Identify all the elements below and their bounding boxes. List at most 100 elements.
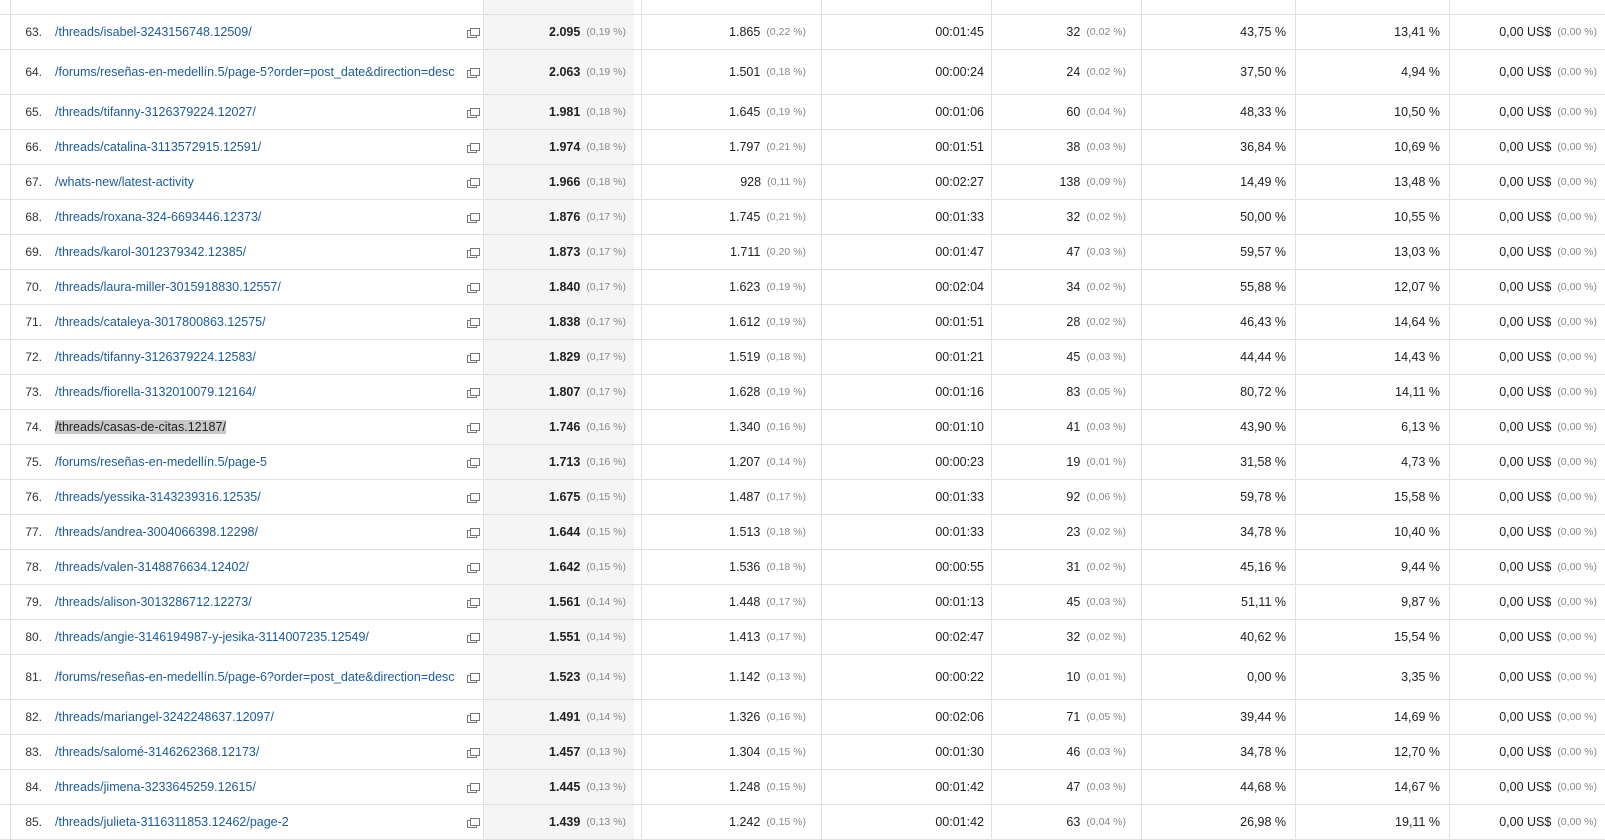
page-path-link[interactable]: /threads/cataleya-3017800863.12575/ [55,315,266,329]
open-in-new-window-icon[interactable] [466,67,480,78]
open-in-new-window-icon[interactable] [466,142,480,153]
open-link-cell[interactable] [462,340,482,374]
column-divider [641,770,642,804]
page-value-cell: 0,00 US$ (0,00 %) [1450,770,1605,804]
page-path-link[interactable]: /whats-new/latest-activity [55,175,194,189]
page-path-link[interactable]: /threads/laura-miller-3015918830.12557/ [55,280,281,294]
page-path-link[interactable]: /threads/valen-3148876634.12402/ [55,560,249,574]
page-path-link[interactable]: /threads/andrea-3004066398.12298/ [55,525,258,539]
column-divider [641,550,642,584]
open-in-new-window-icon[interactable] [466,352,480,363]
page-path-link[interactable]: /forums/reseñas-en-medellín.5/page-5 [55,455,267,469]
open-in-new-window-icon[interactable] [466,562,480,573]
open-link-cell[interactable] [462,410,482,444]
open-link-cell[interactable] [462,200,482,234]
open-link-cell[interactable] [462,700,482,734]
row-index: 77. [25,525,42,539]
row-index: 75. [25,455,42,469]
open-link-cell[interactable] [462,620,482,654]
table-body: 63. /threads/isabel-3243156748.12509/2.09… [0,15,1605,840]
entrances-percent: (0,02 %) [1086,631,1126,643]
open-in-new-window-icon[interactable] [466,212,480,223]
open-link-cell[interactable] [462,480,482,514]
open-in-new-window-icon[interactable] [466,317,480,328]
open-link-cell[interactable] [462,805,482,839]
open-in-new-window-icon[interactable] [466,282,480,293]
page-path-link[interactable]: /forums/reseñas-en-medellín.5/page-6?ord… [55,670,455,684]
column-divider [10,655,11,699]
page-path-link[interactable]: /threads/casas-de-citas.12187/ [55,420,226,434]
column-divider [641,735,642,769]
open-link-cell[interactable] [462,585,482,619]
column-divider [821,235,822,269]
open-in-new-window-icon[interactable] [466,27,480,38]
row-index: 68. [25,210,42,224]
open-link-cell[interactable] [462,15,482,49]
open-in-new-window-icon[interactable] [466,107,480,118]
page-path-link[interactable]: /threads/tifanny-3126379224.12583/ [55,350,256,364]
unique-pageviews-cell: 1.487 (0,17 %) [642,480,814,514]
entrances-percent: (0,09 %) [1086,176,1126,188]
page-path-link[interactable]: /threads/isabel-3243156748.12509/ [55,25,252,39]
open-in-new-window-icon[interactable] [466,387,480,398]
open-link-cell[interactable] [462,735,482,769]
open-link-cell[interactable] [462,445,482,479]
page-value: 0,00 US$ [1499,385,1552,399]
open-in-new-window-icon[interactable] [466,247,480,258]
open-link-cell[interactable] [462,130,482,164]
open-link-cell[interactable] [462,305,482,339]
open-in-new-window-icon[interactable] [466,817,480,828]
avg-time-on-page: 00:00:22 [935,670,984,684]
unique-pageviews-value: 1.612 [729,315,761,329]
open-link-cell[interactable] [462,50,482,94]
column-divider [1449,620,1450,654]
page-path-link[interactable]: /threads/salomé-3146262368.12173/ [55,745,259,759]
unique-pageviews-cell: 1.304 (0,15 %) [642,735,814,769]
column-divider [1295,735,1296,769]
open-in-new-window-icon[interactable] [466,712,480,723]
open-in-new-window-icon[interactable] [466,747,480,758]
page-path-cell: /forums/reseñas-en-medellín.5/page-5?ord… [55,50,462,94]
page-path-link[interactable]: /threads/mariangel-3242248637.12097/ [55,710,274,724]
open-link-cell[interactable] [462,235,482,269]
pageviews-cell: 1.974 (0,18 %) [484,130,634,164]
exit-rate: 15,54 % [1394,630,1440,644]
open-link-cell[interactable] [462,270,482,304]
open-link-cell[interactable] [462,95,482,129]
open-in-new-window-icon[interactable] [466,632,480,643]
page-path-link[interactable]: /threads/tifanny-3126379224.12027/ [55,105,256,119]
open-link-cell[interactable] [462,375,482,409]
open-in-new-window-icon[interactable] [466,527,480,538]
open-in-new-window-icon[interactable] [466,457,480,468]
avg-time-on-page: 00:01:33 [935,525,984,539]
open-in-new-window-icon[interactable] [466,177,480,188]
page-path-link[interactable]: /threads/alison-3013286712.12273/ [55,595,252,609]
column-divider [483,305,484,339]
open-link-cell[interactable] [462,770,482,804]
column-divider [821,130,822,164]
page-path-link[interactable]: /threads/julieta-3116311853.12462/page-2 [55,815,289,829]
column-divider [483,445,484,479]
page-path-link[interactable]: /threads/yessika-3143239316.12535/ [55,490,261,504]
column-divider [991,550,992,584]
table-row: 76. /threads/yessika-3143239316.12535/1.6… [0,480,1605,515]
open-in-new-window-icon[interactable] [466,597,480,608]
column-divider [821,305,822,339]
open-link-cell[interactable] [462,655,482,699]
open-in-new-window-icon[interactable] [466,782,480,793]
page-path-link[interactable]: /threads/roxana-324-6693446.12373/ [55,210,261,224]
open-link-cell[interactable] [462,515,482,549]
page-path-link[interactable]: /threads/angie-3146194987-y-jesika-31140… [55,630,369,644]
page-path-link[interactable]: /threads/karol-3012379342.12385/ [55,245,246,259]
open-in-new-window-icon[interactable] [466,672,480,683]
page-path-link[interactable]: /threads/jimena-3233645259.12615/ [55,780,256,794]
open-link-cell[interactable] [462,550,482,584]
open-link-cell[interactable] [462,165,482,199]
page-path-link[interactable]: /forums/reseñas-en-medellín.5/page-5?ord… [55,65,455,79]
open-in-new-window-icon[interactable] [466,492,480,503]
page-path-link[interactable]: /threads/fiorella-3132010079.12164/ [55,385,256,399]
pageviews-cell: 2.095 (0,19 %) [484,15,634,49]
open-in-new-window-icon[interactable] [466,422,480,433]
pageviews-cell: 1.838 (0,17 %) [484,305,634,339]
page-path-link[interactable]: /threads/catalina-3113572915.12591/ [55,140,261,154]
